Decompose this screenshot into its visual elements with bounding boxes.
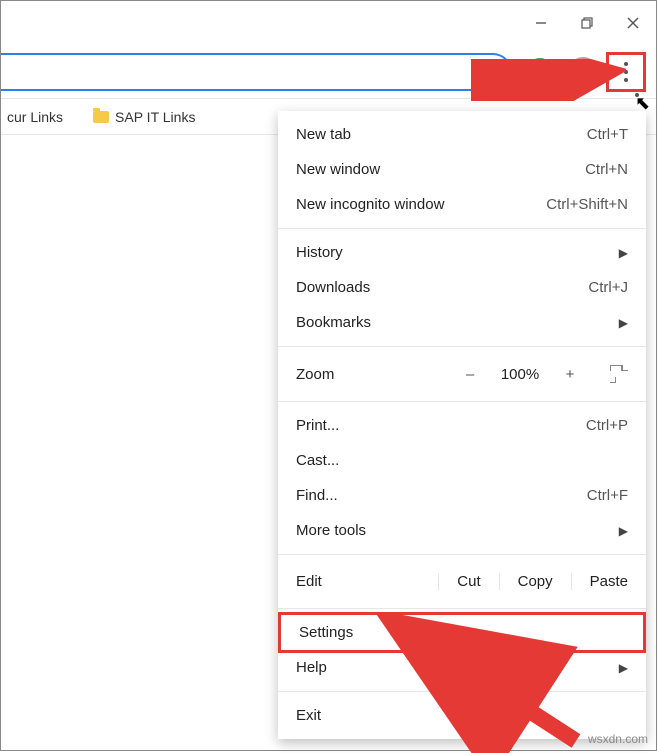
extension-button[interactable]: off <box>526 58 554 86</box>
bookmark-star-icon[interactable]: ☆ <box>480 59 498 84</box>
menu-cast[interactable]: Cast... <box>278 443 646 478</box>
menu-new-tab[interactable]: New tab Ctrl+T <box>278 117 646 152</box>
menu-exit[interactable]: Exit <box>278 698 646 733</box>
menu-help[interactable]: Help ▶ <box>278 650 646 685</box>
window-title-bar <box>1 1 656 45</box>
chevron-right-icon: ▶ <box>619 316 628 330</box>
fullscreen-button[interactable] <box>610 365 628 383</box>
menu-incognito[interactable]: New incognito window Ctrl+Shift+N <box>278 187 646 222</box>
chrome-menu-button[interactable]: ⬉ <box>606 52 646 92</box>
chrome-menu: New tab Ctrl+T New window Ctrl+N New inc… <box>278 111 646 739</box>
zoom-out-button[interactable]: – <box>450 366 490 383</box>
menu-zoom-row: Zoom – 100% + <box>278 353 646 395</box>
bookmark-label: SAP IT Links <box>115 109 195 125</box>
menu-edit-row: Edit Cut Copy Paste <box>278 561 646 602</box>
bookmark-item[interactable]: SAP IT Links <box>93 109 195 125</box>
zoom-value: 100% <box>490 366 550 383</box>
menu-new-window[interactable]: New window Ctrl+N <box>278 152 646 187</box>
bookmark-item[interactable]: cur Links <box>7 109 63 125</box>
chevron-right-icon: ▶ <box>619 524 628 538</box>
window-maximize-button[interactable] <box>564 1 610 45</box>
window-close-button[interactable] <box>610 1 656 45</box>
close-icon <box>627 17 639 29</box>
edit-cut[interactable]: Cut <box>438 573 498 590</box>
menu-bookmarks[interactable]: Bookmarks ▶ <box>278 305 646 340</box>
menu-print[interactable]: Print... Ctrl+P <box>278 408 646 443</box>
minimize-icon <box>535 17 547 29</box>
menu-settings[interactable]: Settings <box>278 612 646 653</box>
edit-copy[interactable]: Copy <box>499 573 571 590</box>
zoom-in-button[interactable]: + <box>550 366 590 383</box>
extension-badge: off <box>541 77 560 90</box>
menu-history[interactable]: History ▶ <box>278 235 646 270</box>
folder-icon <box>93 111 109 123</box>
maximize-icon <box>581 17 594 30</box>
chevron-right-icon: ▶ <box>619 661 628 675</box>
cursor-icon: ⬉ <box>635 93 639 97</box>
watermark: wsxdn.com <box>588 732 648 746</box>
edit-paste[interactable]: Paste <box>571 573 646 590</box>
profile-avatar[interactable] <box>568 57 598 87</box>
address-bar[interactable]: ☆ <box>1 53 512 91</box>
chevron-right-icon: ▶ <box>619 246 628 260</box>
window-minimize-button[interactable] <box>518 1 564 45</box>
menu-more-tools[interactable]: More tools ▶ <box>278 513 646 548</box>
menu-downloads[interactable]: Downloads Ctrl+J <box>278 270 646 305</box>
menu-find[interactable]: Find... Ctrl+F <box>278 478 646 513</box>
browser-toolbar: ☆ off ⬉ <box>1 45 656 99</box>
bookmark-label: cur Links <box>7 109 63 125</box>
